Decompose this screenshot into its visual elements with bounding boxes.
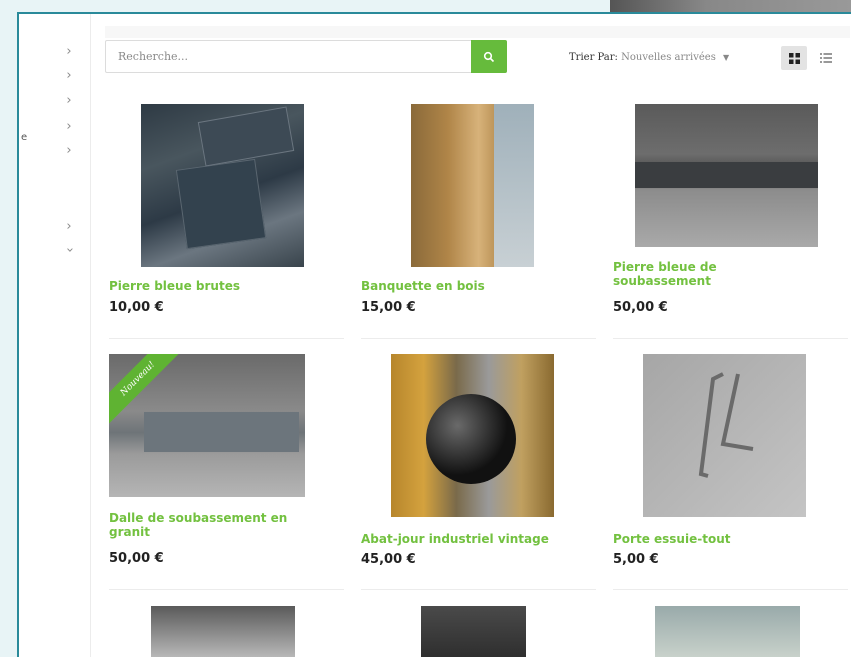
sort-value: Nouvelles arrivées [621, 52, 716, 63]
sort-select[interactable]: Trier Par: Nouvelles arrivées ▼ [569, 52, 729, 63]
grid-view-icon [788, 52, 800, 64]
product-price: 45,00 € [361, 552, 416, 567]
product-card[interactable]: Pierre bleue de soubassement 50,00 € [613, 104, 848, 339]
product-title[interactable]: Porte essuie-tout [613, 532, 730, 546]
product-title[interactable]: Abat-jour industriel vintage [361, 532, 549, 546]
product-image[interactable] [635, 104, 818, 247]
header-image-fragment [610, 0, 851, 12]
product-title[interactable]: Dalle de soubassement en granit [109, 511, 309, 539]
top-bar [105, 26, 850, 38]
product-image[interactable]: Nouveau! [109, 354, 305, 497]
product-price: 50,00 € [613, 300, 668, 315]
chevron-right-icon[interactable]: › [63, 144, 75, 157]
product-card[interactable]: Pierre bleue brutes 10,00 € [109, 104, 344, 339]
search-box [105, 40, 507, 73]
product-card[interactable] [361, 606, 596, 657]
chevron-right-icon[interactable]: › [63, 120, 75, 133]
product-card[interactable] [109, 606, 344, 657]
product-image[interactable] [643, 354, 806, 517]
product-price: 10,00 € [109, 300, 164, 315]
product-title[interactable]: Pierre bleue de soubassement [613, 260, 803, 288]
grid-view-button[interactable] [781, 46, 807, 70]
search-button[interactable] [471, 40, 507, 73]
page-frame: e › › › › › › › Trier Par: Nouvelles arr… [17, 12, 851, 657]
search-input[interactable] [106, 41, 472, 72]
product-image[interactable] [421, 606, 526, 657]
product-image[interactable] [151, 606, 295, 657]
category-sidebar: › › › › › › › [19, 14, 91, 657]
product-card[interactable]: Nouveau! Dalle de soubassement en granit… [109, 354, 344, 590]
product-image[interactable] [411, 104, 534, 267]
product-image[interactable] [391, 354, 554, 517]
product-card[interactable]: Banquette en bois 15,00 € [361, 104, 596, 339]
product-card[interactable]: Abat-jour industriel vintage 45,00 € [361, 354, 596, 590]
sort-label: Trier Par: [569, 52, 618, 63]
chevron-right-icon[interactable]: › [63, 94, 75, 107]
chevron-right-icon[interactable]: › [63, 45, 75, 58]
product-price: 15,00 € [361, 300, 416, 315]
product-title[interactable]: Pierre bleue brutes [109, 279, 240, 293]
product-title[interactable]: Banquette en bois [361, 279, 485, 293]
product-image[interactable] [141, 104, 304, 267]
product-card[interactable] [613, 606, 848, 657]
product-image[interactable] [655, 606, 800, 657]
product-price: 50,00 € [109, 551, 164, 566]
list-view-button[interactable] [816, 46, 836, 70]
chevron-right-icon[interactable]: › [63, 69, 75, 82]
caret-down-icon: ▼ [723, 53, 730, 62]
product-price: 5,00 € [613, 552, 659, 567]
list-view-icon [820, 53, 832, 63]
search-icon [483, 51, 495, 62]
chevron-right-icon[interactable]: › [63, 220, 75, 233]
chevron-down-icon[interactable]: › [62, 244, 77, 256]
product-card[interactable]: Porte essuie-tout 5,00 € [613, 354, 848, 590]
